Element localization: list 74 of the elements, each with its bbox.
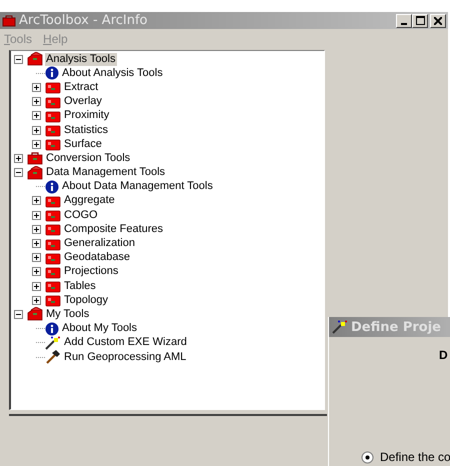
- minimize-icon: [401, 22, 407, 24]
- expand-icon[interactable]: [32, 267, 41, 276]
- expand-icon[interactable]: [32, 253, 41, 262]
- info-icon: [45, 66, 59, 80]
- expand-icon[interactable]: [32, 126, 41, 135]
- dialog-heading: D: [439, 348, 449, 362]
- expand-icon[interactable]: [32, 296, 41, 305]
- tree-item[interactable]: Generalization: [63, 237, 136, 250]
- tree-item[interactable]: Composite Features: [63, 222, 164, 236]
- toolbox-icon: [45, 236, 61, 251]
- toolbox-icon: [2, 14, 16, 27]
- tree-item[interactable]: About Data Management Tools: [61, 180, 214, 194]
- collapse-icon[interactable]: [14, 54, 23, 64]
- tree-item[interactable]: Proximity: [63, 109, 110, 122]
- tree-item[interactable]: Overlay: [63, 95, 103, 108]
- tree-item[interactable]: Surface: [63, 138, 103, 151]
- expand-icon[interactable]: [32, 82, 41, 92]
- toolbox-icon: [27, 151, 43, 166]
- open-toolbox-icon: [27, 307, 43, 322]
- dialog-title: Define Proje: [351, 320, 441, 334]
- toolbox-icon: [45, 222, 61, 236]
- toolbox-icon: [45, 137, 61, 152]
- tree-item[interactable]: Aggregate: [63, 194, 116, 208]
- tree-item[interactable]: About Analysis Tools: [61, 66, 164, 80]
- collapse-icon[interactable]: [14, 168, 23, 178]
- expand-icon[interactable]: [32, 210, 41, 220]
- expand-icon[interactable]: [32, 239, 41, 248]
- tree-item[interactable]: About My Tools: [61, 322, 138, 336]
- expand-icon[interactable]: [32, 111, 41, 120]
- tree-item[interactable]: Data Management Tools: [45, 166, 166, 180]
- radio-button[interactable]: [361, 450, 374, 464]
- toolbox-icon: [45, 250, 61, 265]
- tree-item[interactable]: Topology: [63, 294, 110, 307]
- wand-icon: [45, 336, 61, 350]
- hammer-icon: [45, 350, 61, 364]
- toolbox-icon: [45, 208, 61, 222]
- tree-item[interactable]: COGO: [63, 208, 99, 222]
- tree-item[interactable]: Run Geoprocessing AML: [63, 350, 188, 364]
- expand-icon[interactable]: [32, 224, 41, 234]
- info-icon: [45, 180, 59, 194]
- toolbox-icon: [45, 279, 61, 294]
- open-toolbox-icon: [27, 52, 43, 66]
- tree-item[interactable]: Analysis Tools: [45, 52, 116, 66]
- toolbox-icon: [45, 94, 61, 109]
- collapse-icon[interactable]: [14, 310, 23, 319]
- open-toolbox-icon: [27, 166, 43, 180]
- expand-icon[interactable]: [32, 97, 41, 106]
- tree-item[interactable]: My Tools: [45, 308, 90, 321]
- toolbox-icon: [45, 123, 61, 138]
- maximize-icon: [416, 16, 424, 25]
- close-button[interactable]: [430, 14, 446, 28]
- expand-icon[interactable]: [32, 140, 41, 149]
- tree-item[interactable]: Add Custom EXE Wizard: [63, 336, 188, 350]
- tree-item[interactable]: Tables: [63, 280, 97, 293]
- expand-icon[interactable]: [14, 154, 23, 163]
- window-title: ArcToolbox - ArcInfo: [19, 13, 149, 28]
- toolbox-icon: [45, 293, 61, 308]
- info-icon: [45, 322, 59, 336]
- toolbox-icon: [45, 264, 61, 279]
- wand-icon: [332, 320, 348, 334]
- toolbox-icon: [45, 194, 61, 208]
- minimize-button[interactable]: [396, 14, 412, 28]
- tree-item[interactable]: Projections: [63, 265, 120, 278]
- option-label: Define the co: [380, 450, 450, 464]
- tree-item[interactable]: Statistics: [63, 124, 110, 137]
- toolbox-icon: [45, 108, 61, 123]
- tree-item[interactable]: Conversion Tools: [45, 152, 132, 165]
- maximize-button[interactable]: [412, 14, 428, 28]
- close-icon: [434, 16, 442, 24]
- tree-item[interactable]: Extract: [63, 80, 100, 94]
- expand-icon[interactable]: [32, 196, 41, 206]
- toolbox-icon: [45, 80, 61, 94]
- expand-icon[interactable]: [32, 282, 41, 291]
- tree-item[interactable]: Geodatabase: [63, 251, 132, 264]
